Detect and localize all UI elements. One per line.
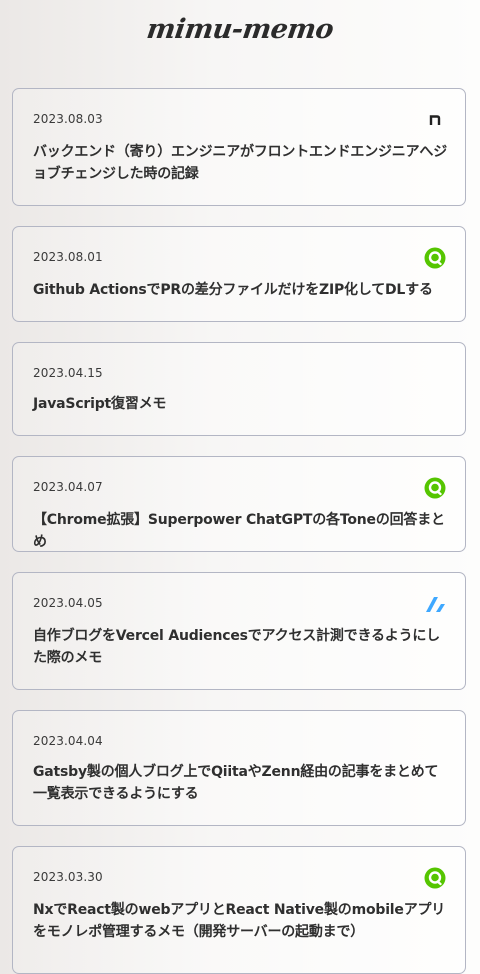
post-title: 自作ブログをVercel Audiencesでアクセス計測できるようにした際のメ… <box>33 628 440 666</box>
post-title: NxでReact製のwebアプリとReact Native製のmobileアプリ… <box>33 902 446 940</box>
post-title: バックエンド（寄り）エンジニアがフロントエンドエンジニアへジョブチェンジした時の… <box>33 144 447 182</box>
qiita-icon <box>424 867 446 889</box>
post-card[interactable]: 2023.04.15 JavaScript復習メモ <box>12 342 466 436</box>
post-card[interactable]: 2023.03.30 NxでReact製のwebアプリとReact Native… <box>12 846 466 974</box>
post-title: Gatsby製の個人ブログ上でQiitaやZenn経由の記事をまとめて一覧表示で… <box>33 764 439 802</box>
post-card[interactable]: 2023.08.01 Github ActionsでPRの差分ファイルだけをZI… <box>12 226 466 322</box>
post-date: 2023.08.03 <box>33 112 103 126</box>
post-card[interactable]: 2023.04.05 自作ブログをVercel Audiencesでアクセス計測… <box>12 572 466 690</box>
note-icon <box>424 109 446 131</box>
site-header: mimu-memo <box>0 0 480 72</box>
post-title: Github ActionsでPRの差分ファイルだけをZIP化してDLする <box>33 282 433 298</box>
post-date: 2023.04.04 <box>33 734 103 748</box>
post-date: 2023.08.01 <box>33 250 103 264</box>
post-title: JavaScript復習メモ <box>33 396 167 412</box>
zenn-icon <box>424 593 446 615</box>
qiita-icon <box>424 247 446 269</box>
post-date: 2023.04.05 <box>33 596 103 610</box>
post-date: 2023.03.30 <box>33 870 103 884</box>
post-card[interactable]: 2023.04.07 【Chrome拡張】Superpower ChatGPTの… <box>12 456 466 552</box>
post-date: 2023.04.15 <box>33 366 103 380</box>
post-card[interactable]: 2023.08.03 バックエンド（寄り）エンジニアがフロントエンドエンジニアへ… <box>12 88 466 206</box>
qiita-icon <box>424 477 446 499</box>
post-date: 2023.04.07 <box>33 480 103 494</box>
post-title: 【Chrome拡張】Superpower ChatGPTの各Toneの回答まとめ <box>33 512 445 550</box>
post-card[interactable]: 2023.04.04 Gatsby製の個人ブログ上でQiitaやZenn経由の記… <box>12 710 466 826</box>
site-logo[interactable]: mimu-memo <box>0 14 480 45</box>
